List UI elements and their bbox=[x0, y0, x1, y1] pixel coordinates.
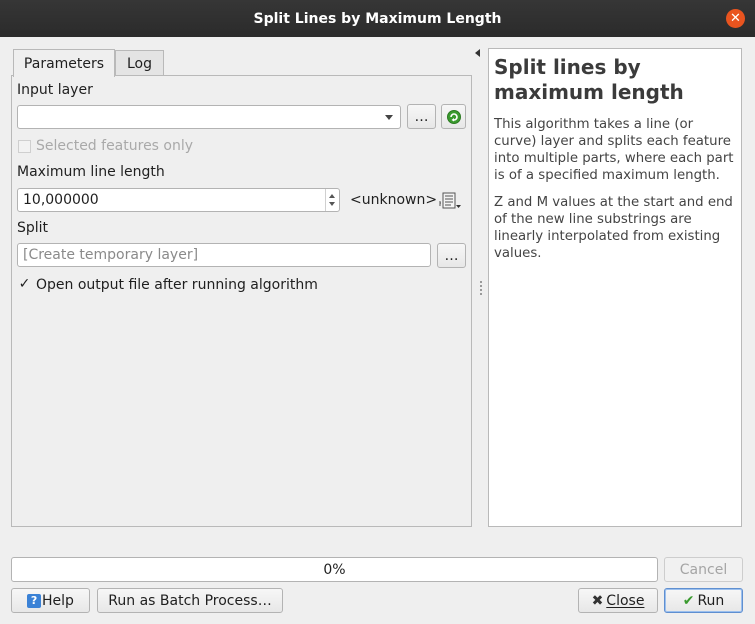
help-panel: Split lines by maximum length This algor… bbox=[488, 48, 742, 527]
chevron-up-icon[interactable] bbox=[329, 194, 335, 198]
cancel-button[interactable]: Cancel bbox=[664, 557, 743, 582]
batch-process-button[interactable]: Run as Batch Process… bbox=[97, 588, 283, 613]
distance-unit-label: <unknown> bbox=[350, 192, 438, 208]
input-layer-browse-button[interactable]: … bbox=[407, 104, 436, 129]
run-label: Run bbox=[697, 592, 725, 609]
max-length-stepper[interactable] bbox=[325, 189, 339, 211]
selected-only-checkbox[interactable] bbox=[18, 140, 31, 153]
close-label: Close bbox=[606, 592, 645, 609]
open-output-checkbox[interactable]: ✓ bbox=[18, 277, 31, 292]
cancel-label: Cancel bbox=[679, 561, 728, 578]
batch-label: Run as Batch Process… bbox=[108, 592, 272, 609]
parameters-panel: Input layer … Selected features only Max… bbox=[11, 75, 472, 527]
split-output-input[interactable]: [Create temporary layer] bbox=[17, 243, 431, 267]
progress-bar: 0% bbox=[11, 557, 658, 582]
iterate-button[interactable] bbox=[441, 104, 466, 129]
chevron-down-icon bbox=[385, 115, 393, 120]
collapse-help-icon[interactable] bbox=[475, 49, 480, 57]
tab-log[interactable]: Log bbox=[115, 50, 164, 76]
tab-parameters-label: Parameters bbox=[23, 55, 105, 72]
close-x-icon: ✖ bbox=[591, 592, 604, 609]
close-icon[interactable]: ✕ bbox=[726, 9, 745, 28]
progress-text: 0% bbox=[323, 561, 346, 578]
checkmark-icon: ✔ bbox=[682, 592, 695, 609]
open-output-label: Open output file after running algorithm bbox=[36, 277, 318, 293]
max-length-value: 10,000000 bbox=[23, 192, 99, 208]
split-browse-button[interactable]: … bbox=[437, 243, 466, 268]
run-button[interactable]: ✔ Run bbox=[664, 588, 743, 613]
split-browse-label: … bbox=[444, 247, 459, 264]
help-icon: ? bbox=[27, 593, 42, 608]
help-button[interactable]: ? Help bbox=[11, 588, 90, 613]
max-length-input[interactable]: 10,000000 bbox=[17, 188, 340, 212]
selected-only-label: Selected features only bbox=[36, 138, 194, 154]
data-defined-override-button[interactable] bbox=[439, 191, 463, 211]
help-label: Help bbox=[42, 592, 74, 609]
data-defined-icon bbox=[439, 192, 461, 209]
help-paragraph: Z and M values at the start and end of t… bbox=[494, 195, 733, 261]
help-title: Split lines by maximum length bbox=[494, 55, 684, 104]
split-output-placeholder: [Create temporary layer] bbox=[23, 247, 199, 263]
input-layer-combobox[interactable] bbox=[17, 105, 401, 129]
tab-log-label: Log bbox=[126, 55, 152, 72]
max-length-label: Maximum line length bbox=[17, 164, 165, 180]
title-bar: Split Lines by Maximum Length ✕ bbox=[0, 0, 755, 37]
splitter-handle[interactable] bbox=[480, 281, 483, 297]
input-layer-label: Input layer bbox=[17, 82, 93, 98]
split-label: Split bbox=[17, 220, 49, 236]
close-button[interactable]: ✖ Close bbox=[578, 588, 658, 613]
tab-parameters[interactable]: Parameters bbox=[13, 49, 115, 77]
input-browse-label: … bbox=[414, 108, 429, 125]
help-paragraph: This algorithm takes a line (or curve) l… bbox=[494, 117, 734, 183]
window-title: Split Lines by Maximum Length bbox=[253, 10, 502, 27]
chevron-down-icon[interactable] bbox=[329, 202, 335, 206]
iterate-icon bbox=[446, 109, 461, 124]
